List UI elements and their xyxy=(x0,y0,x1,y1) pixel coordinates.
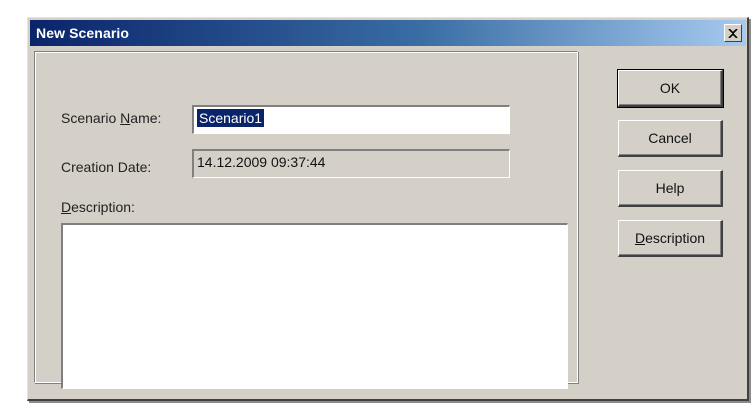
scenario-name-value: Scenario1 xyxy=(197,109,265,127)
description-button[interactable]: Description xyxy=(618,220,723,257)
creation-date-field: 14.12.2009 09:37:44 xyxy=(192,149,510,178)
scenario-properties-group: Scenario Name: Scenario1 Creation Date: … xyxy=(34,51,578,389)
cancel-button[interactable]: Cancel xyxy=(618,120,723,157)
window-title: New Scenario xyxy=(36,25,130,41)
description-label: Description: xyxy=(61,199,135,215)
title-bar[interactable]: New Scenario xyxy=(30,20,746,46)
scenario-name-label: Scenario Name: xyxy=(61,110,162,126)
ok-button[interactable]: OK xyxy=(617,69,724,108)
close-button[interactable] xyxy=(724,24,742,42)
description-button-label: Description xyxy=(634,230,706,246)
creation-date-value: 14.12.2009 09:37:44 xyxy=(197,154,326,170)
help-button[interactable]: Help xyxy=(618,170,723,207)
scenario-name-input[interactable]: Scenario1 xyxy=(192,105,510,134)
close-icon xyxy=(728,28,738,38)
creation-date-label: Creation Date: xyxy=(61,159,152,175)
description-textarea[interactable] xyxy=(61,223,568,389)
new-scenario-dialog: New Scenario Scenario Name: Scenario1 Cr… xyxy=(27,17,749,401)
